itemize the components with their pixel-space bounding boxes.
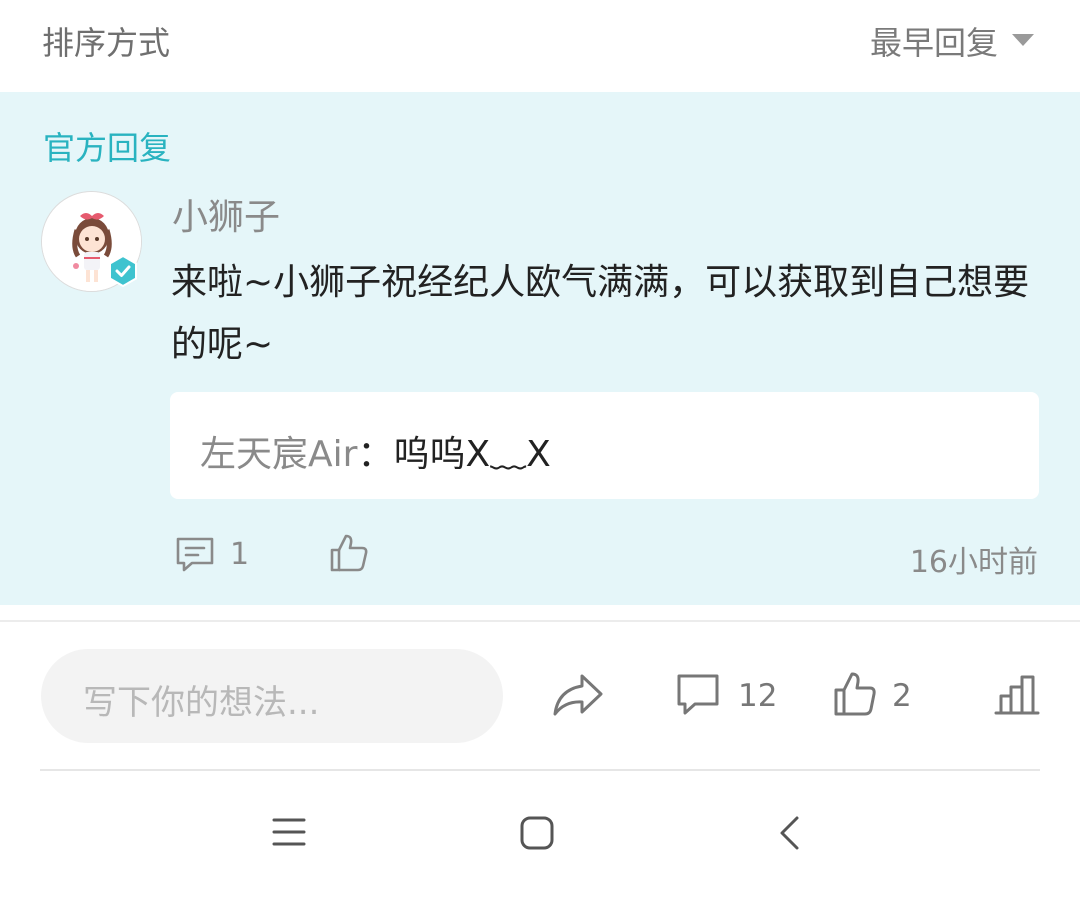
comment-count: 12	[738, 678, 778, 714]
reply-meta: 1 16小时前	[0, 527, 1080, 581]
sort-label: 排序方式	[42, 24, 171, 62]
quoted-comment[interactable]: 左天宸Air：呜呜X﹏X	[170, 392, 1039, 499]
stats-icon[interactable]	[994, 672, 1040, 716]
comment-input-placeholder: 写下你的想法...	[83, 683, 320, 723]
official-reply-section: 官方回复 小狮子 来啦~小狮子祝经纪人欧气满满，可以获取到自己想要的呢~ 左天宸…	[0, 92, 1080, 605]
reply-content: 来啦~小狮子祝经纪人欧气满满，可以获取到自己想要的呢~	[171, 262, 1030, 365]
menu-icon[interactable]	[272, 817, 306, 847]
author-name[interactable]: 小狮子	[172, 188, 280, 240]
reply-comment-count: 1	[230, 537, 250, 572]
sort-dropdown[interactable]: 最早回复	[870, 18, 998, 64]
thumbs-up-icon[interactable]	[328, 532, 370, 574]
back-icon[interactable]	[776, 815, 802, 851]
comment-icon[interactable]	[174, 535, 216, 575]
verified-badge-icon	[107, 254, 139, 288]
thumbs-up-icon[interactable]	[832, 670, 878, 718]
quote-text: 左天宸Air：呜呜X﹏X	[200, 425, 551, 477]
system-nav-bar	[0, 771, 1080, 899]
quote-separator: ：	[357, 434, 394, 475]
action-bar: 写下你的想法... 12 2	[0, 622, 1080, 768]
like-count: 2	[892, 678, 912, 714]
comment-icon[interactable]	[675, 672, 721, 718]
home-icon[interactable]	[520, 816, 554, 850]
sort-bar: 排序方式 最早回复	[0, 0, 1080, 92]
quote-message: 呜呜X﹏X	[393, 434, 551, 475]
share-icon[interactable]	[551, 670, 605, 720]
chevron-down-icon[interactable]	[1012, 34, 1034, 46]
quote-username[interactable]: 左天宸Air	[200, 434, 357, 475]
reply-time: 16小时前	[909, 545, 1038, 580]
official-reply-title: 官方回复	[43, 129, 172, 167]
comment-input[interactable]: 写下你的想法...	[41, 649, 503, 743]
